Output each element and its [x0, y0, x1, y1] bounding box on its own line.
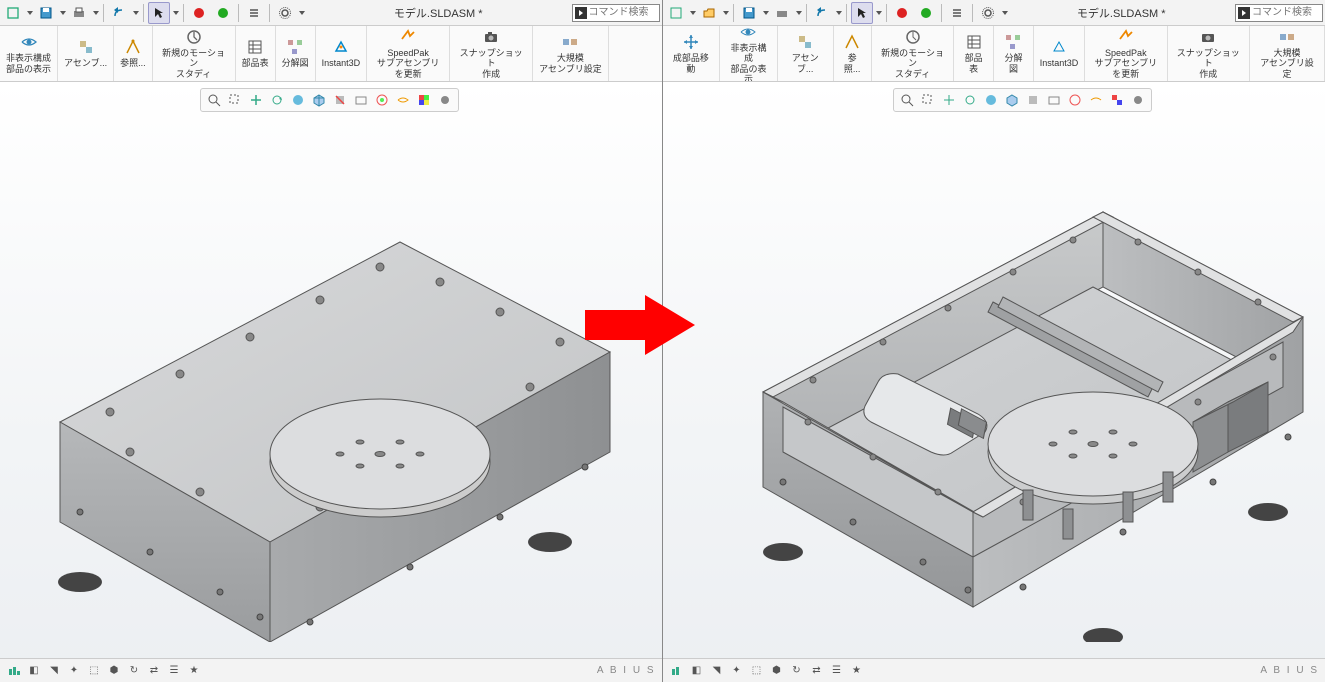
viewport-right[interactable] — [663, 82, 1325, 682]
options-list-icon[interactable] — [946, 2, 968, 24]
status-right-text: A B I U S — [1260, 665, 1319, 676]
ribbon-large-assembly[interactable]: 大規模アセンブリ設定 — [1250, 26, 1325, 81]
status-icon[interactable]: ✦ — [729, 663, 745, 679]
save-icon[interactable] — [738, 2, 760, 24]
new-icon[interactable] — [665, 2, 687, 24]
ribbon-hidden-comp[interactable]: 非表示構成部品の表示 — [720, 26, 778, 81]
ribbon-bom[interactable]: 部品表 — [236, 26, 276, 81]
undo-icon[interactable] — [108, 2, 130, 24]
status-icon[interactable]: ⬢ — [106, 663, 122, 679]
options-list-icon[interactable] — [243, 2, 265, 24]
open-icon[interactable] — [698, 2, 720, 24]
ribbon-snapshot[interactable]: スナップショット作成 — [1168, 26, 1250, 81]
document-title: モデル.SLDASM * — [1010, 5, 1234, 21]
status-icon[interactable]: ⇄ — [809, 663, 825, 679]
ribbon-explode[interactable]: 分解図 — [276, 26, 316, 81]
search-input[interactable] — [587, 6, 657, 19]
ribbon-right: 成部品移動 非表示構成部品の表示 アセンブ... 参照... 新規のモーションス… — [663, 26, 1325, 82]
status-icon[interactable]: ↻ — [789, 663, 805, 679]
ribbon-reference[interactable]: 参照... — [834, 26, 872, 81]
new-icon[interactable] — [2, 2, 24, 24]
ribbon-hidden-comp[interactable]: 非表示構成部品の表示 — [0, 26, 58, 81]
stop-icon[interactable] — [188, 2, 210, 24]
status-icon[interactable]: ⬢ — [769, 663, 785, 679]
document-title: モデル.SLDASM * — [307, 5, 570, 21]
status-icon[interactable] — [6, 663, 22, 679]
ribbon-speedpak[interactable]: SpeedPakサブアセンブリを更新 — [1085, 26, 1167, 81]
status-bar-left: ◧ ◥ ✦ ⬚ ⬢ ↻ ⇄ ☰ ★ A B I U S — [0, 658, 662, 682]
undo-icon[interactable] — [811, 2, 833, 24]
rebuild-icon[interactable] — [212, 2, 234, 24]
status-icon[interactable]: ★ — [849, 663, 865, 679]
ribbon-instant3d[interactable]: Instant3D — [316, 26, 368, 81]
ribbon-motion-study[interactable]: 新規のモーションスタディ — [872, 26, 954, 81]
ribbon-explode[interactable]: 分解図 — [994, 26, 1034, 81]
rebuild-icon[interactable] — [915, 2, 937, 24]
search-input[interactable] — [1250, 6, 1320, 19]
search-arrow-icon — [1238, 7, 1250, 19]
quick-access-toolbar: モデル.SLDASM * — [0, 0, 662, 26]
print-icon[interactable] — [771, 2, 793, 24]
status-icon[interactable]: ☰ — [829, 663, 845, 679]
status-icon[interactable]: ★ — [186, 663, 202, 679]
status-icon[interactable]: ☰ — [166, 663, 182, 679]
ribbon-assembly[interactable]: アセンブ... — [58, 26, 114, 81]
status-icon[interactable]: ⬚ — [749, 663, 765, 679]
search-arrow-icon — [575, 7, 587, 19]
status-icon[interactable]: ◧ — [26, 663, 42, 679]
pane-right: モデル.SLDASM * 成部品移動 非表示構成部品の表示 アセンブ... 参照… — [663, 0, 1325, 682]
status-icon[interactable]: ◥ — [46, 663, 62, 679]
ribbon-assembly[interactable]: アセンブ... — [778, 26, 834, 81]
ribbon-large-assembly[interactable]: 大規模アセンブリ設定 — [533, 26, 609, 81]
select-icon[interactable] — [148, 2, 170, 24]
ribbon-instant3d[interactable]: Instant3D — [1034, 26, 1085, 81]
print-icon[interactable] — [68, 2, 90, 24]
status-icon[interactable]: ↻ — [126, 663, 142, 679]
ribbon-bom[interactable]: 部品表 — [954, 26, 994, 81]
ribbon-snapshot[interactable]: スナップショット作成 — [450, 26, 533, 81]
save-icon[interactable] — [35, 2, 57, 24]
select-icon[interactable] — [851, 2, 873, 24]
status-right-text: A B I U S — [597, 665, 656, 676]
status-bar-right: ◧ ◥ ✦ ⬚ ⬢ ↻ ⇄ ☰ ★ A B I U S — [663, 658, 1325, 682]
stop-icon[interactable] — [891, 2, 913, 24]
pane-left: モデル.SLDASM * 非表示構成部品の表示 アセンブ... 参照... 新規… — [0, 0, 663, 682]
model-closed — [0, 82, 660, 642]
command-search[interactable] — [1235, 4, 1323, 22]
gear-icon[interactable] — [274, 2, 296, 24]
viewport-left[interactable] — [0, 82, 662, 682]
gear-icon[interactable] — [977, 2, 999, 24]
status-icon[interactable]: ◥ — [709, 663, 725, 679]
model-open — [663, 82, 1323, 642]
ribbon-motion-study[interactable]: 新規のモーションスタディ — [153, 26, 236, 81]
status-icon[interactable]: ⇄ — [146, 663, 162, 679]
ribbon-move-comp[interactable]: 成部品移動 — [663, 26, 721, 81]
status-icon[interactable] — [669, 663, 685, 679]
ribbon-left: 非表示構成部品の表示 アセンブ... 参照... 新規のモーションスタディ 部品… — [0, 26, 662, 82]
ribbon-speedpak[interactable]: SpeedPakサブアセンブリを更新 — [367, 26, 450, 81]
quick-access-toolbar: モデル.SLDASM * — [663, 0, 1325, 26]
ribbon-reference[interactable]: 参照... — [114, 26, 153, 81]
transition-arrow-icon — [580, 290, 700, 360]
status-icon[interactable]: ✦ — [66, 663, 82, 679]
status-icon[interactable]: ⬚ — [86, 663, 102, 679]
status-icon[interactable]: ◧ — [689, 663, 705, 679]
command-search[interactable] — [572, 4, 660, 22]
